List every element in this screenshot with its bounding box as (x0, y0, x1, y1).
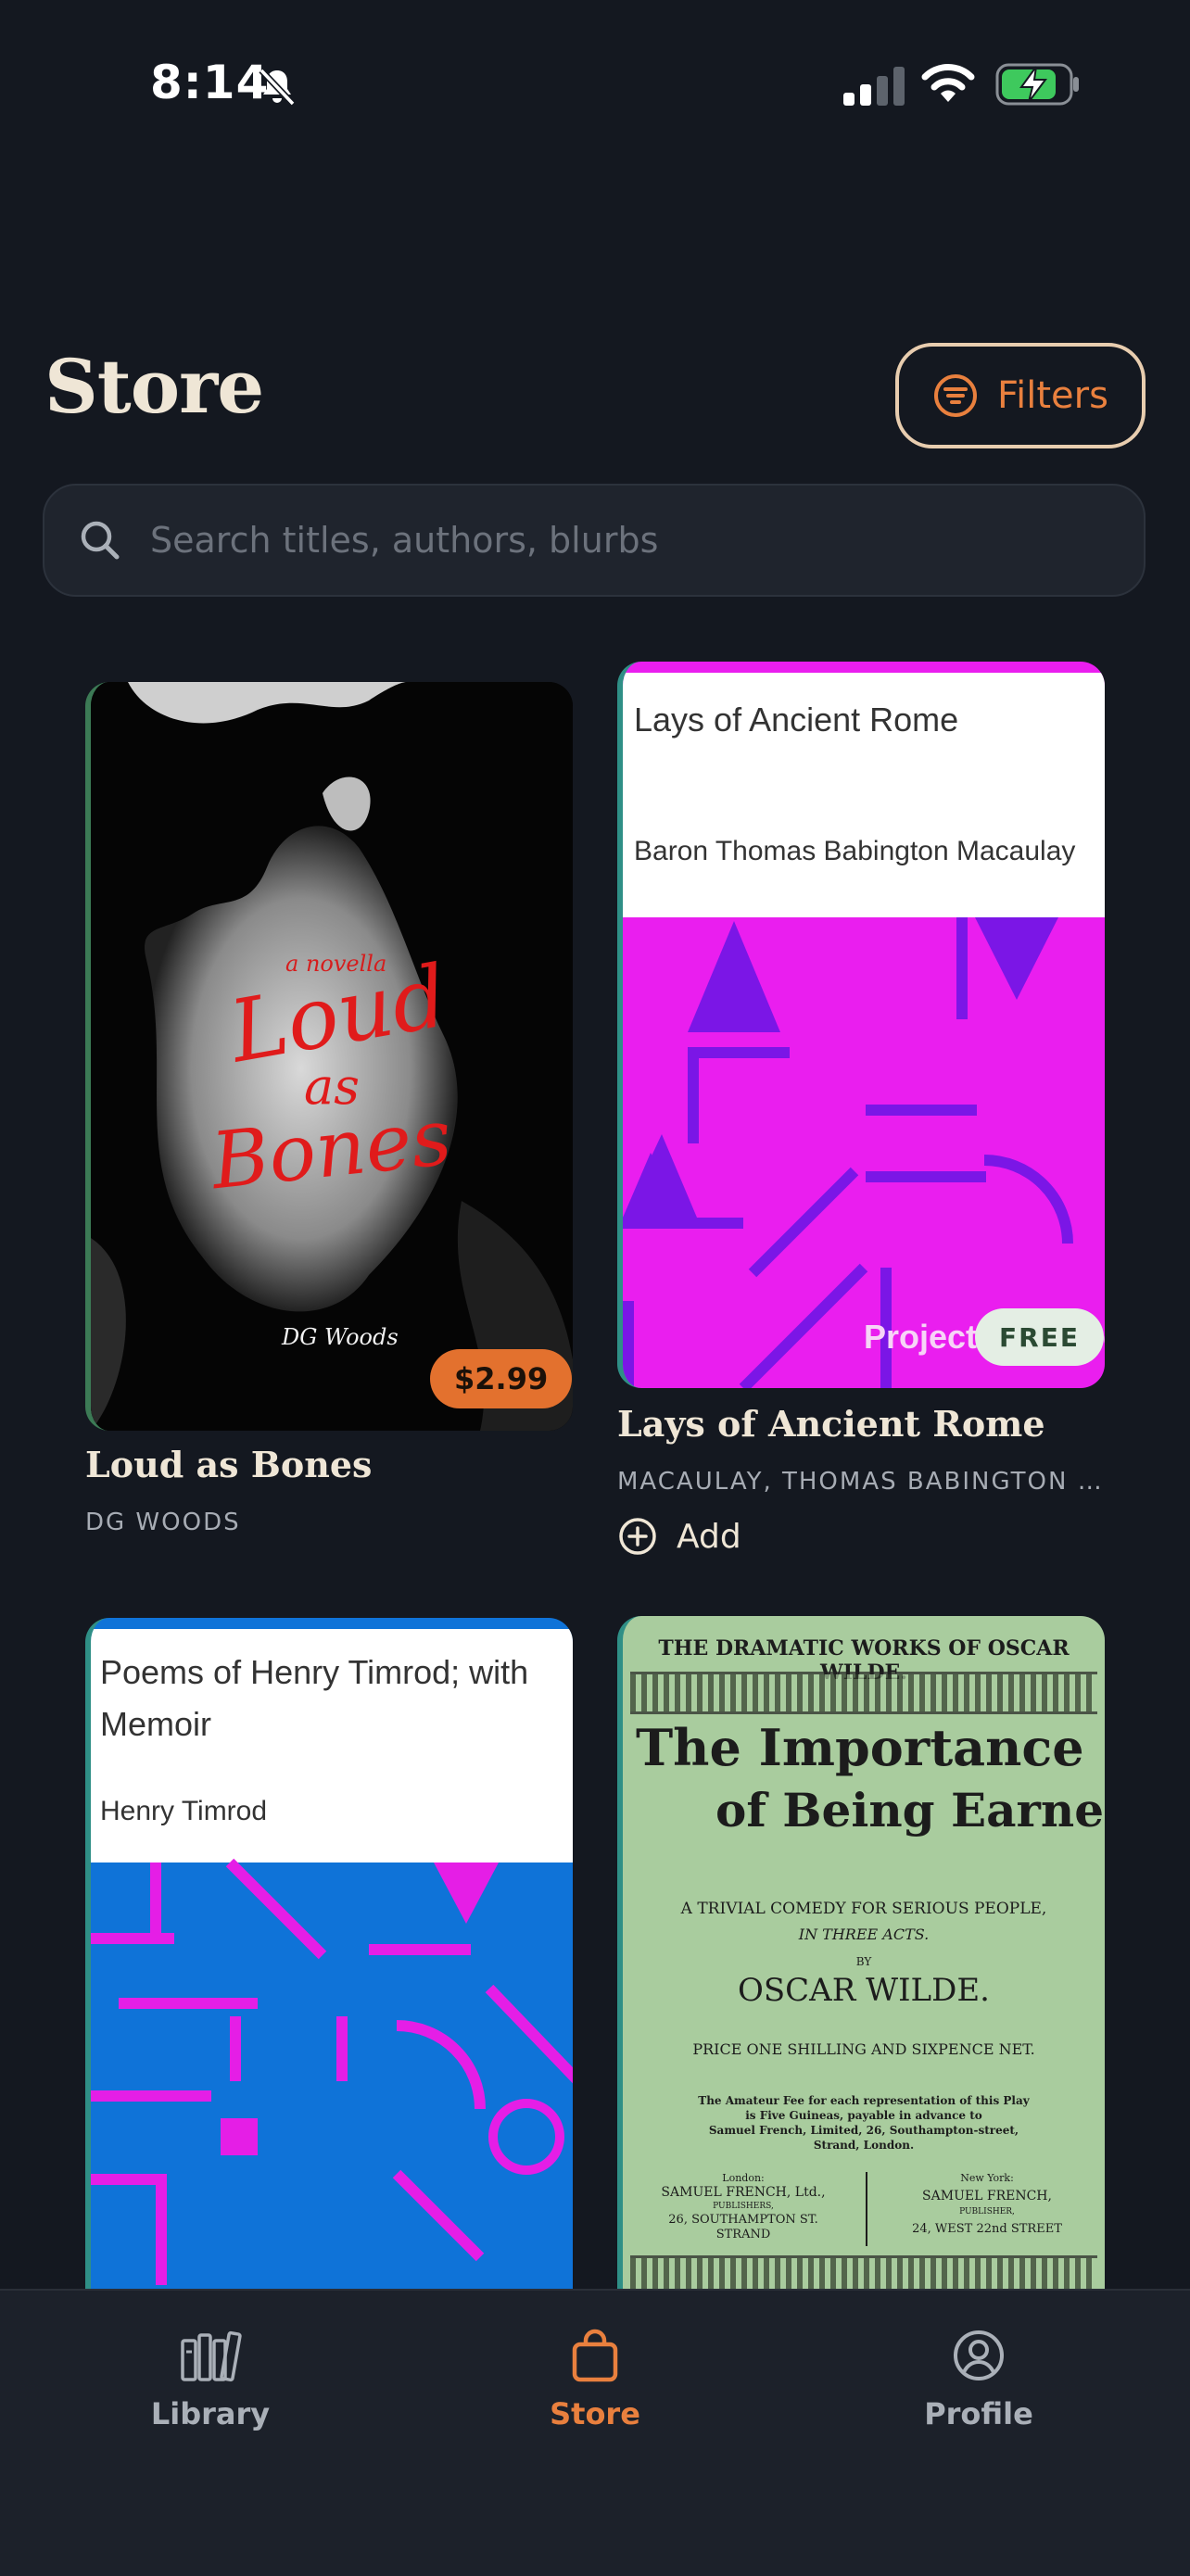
cover-right-address: 24, WEST 22nd STREET (912, 2222, 1062, 2236)
filter-icon (934, 374, 978, 417)
book-card[interactable]: a novella Loud as Bones DG Woods $2.99 L… (85, 682, 573, 1553)
add-label: Add (677, 1517, 741, 1556)
cover-signature: DG Woods (282, 1324, 399, 1350)
book-cover[interactable]: THE DRAMATIC WORKS OF OSCAR WILDE. The I… (617, 1616, 1105, 2320)
shopping-bag-icon (572, 2329, 618, 2382)
tab-label: Library (150, 2396, 271, 2431)
cover-right-publisher: SAMUEL FRENCH, (922, 2189, 1052, 2203)
book-cover[interactable]: Lays of Ancient Rome Baron Thomas Babing… (617, 662, 1105, 1388)
library-icon (181, 2330, 242, 2382)
cover-left-address2: STRAND (715, 2228, 771, 2241)
book-author: DG WOODS (85, 1509, 241, 1536)
cellular-signal-icon (843, 67, 905, 106)
book-cover[interactable]: Poems of Henry Timrod; with Memoir Henry… (85, 1618, 573, 2322)
cover-price-line: PRICE ONE SHILLING AND SIXPENCE NET. (692, 2040, 1035, 2058)
cover-by: BY (855, 1955, 872, 1968)
book-title: Lays of Ancient Rome (617, 1403, 1045, 1445)
status-bar: 8:14 (0, 0, 1190, 167)
search-icon (81, 521, 120, 560)
cover-heading-line1: The Importance (636, 1718, 1084, 1777)
cover-fee-line2: is Five Guineas, payable in advance to (745, 2109, 982, 2122)
tab-library[interactable]: Library (71, 2328, 349, 2431)
profile-icon (954, 2330, 1004, 2380)
book-card[interactable]: Lays of Ancient Rome Baron Thomas Babing… (617, 662, 1105, 1570)
book-card[interactable]: Poems of Henry Timrod; with Memoir Henry… (85, 1618, 573, 2322)
bell-muted-icon (259, 68, 296, 107)
cover-acts: IN THREE ACTS. (798, 1926, 930, 1943)
cover-pattern (91, 1858, 573, 2285)
book-card[interactable]: THE DRAMATIC WORKS OF OSCAR WILDE. The I… (617, 1616, 1105, 2320)
cover-author: OSCAR WILDE. (738, 1972, 990, 2009)
cover-divider (866, 2172, 867, 2246)
cover-pattern (623, 917, 1073, 1388)
tab-store[interactable]: Store (456, 2328, 734, 2431)
book-title: Loud as Bones (85, 1444, 373, 1485)
cover-left-address1: 26, SOUTHAMPTON ST. (668, 2213, 818, 2227)
book-author: MACAULAY, THOMAS BABINGTON MA... (617, 1468, 1105, 1496)
tab-label: Profile (924, 2396, 1033, 2431)
cover-ornament (630, 1672, 1097, 1714)
free-badge: FREE (975, 1308, 1104, 1366)
wifi-icon (921, 64, 975, 102)
cover-right-city: New York: (960, 2172, 1014, 2184)
tab-profile[interactable]: Profile (840, 2328, 1118, 2431)
filters-button[interactable]: Filters (895, 343, 1146, 448)
add-button[interactable]: Add (617, 1516, 741, 1557)
cover-heading-line2: of Being Earnest, (715, 1783, 1105, 1837)
cover-left-publisher: SAMUEL FRENCH, Ltd., (661, 2185, 826, 2200)
tab-bar: Library Store Profile (0, 2289, 1190, 2576)
add-circle-icon (619, 1518, 656, 1555)
cover-subtitle: A TRIVIAL COMEDY FOR SERIOUS PEOPLE, (680, 1900, 1047, 1918)
search-input[interactable] (148, 519, 1144, 562)
search-bar[interactable] (43, 484, 1146, 597)
cover-fee-line3: Samuel French, Limited, 26, Southampton-… (708, 2124, 1019, 2137)
tab-label: Store (550, 2396, 640, 2431)
cover-fee-line1: The Amateur Fee for each representation … (698, 2094, 1030, 2107)
book-cover[interactable]: a novella Loud as Bones DG Woods (85, 682, 573, 1431)
cover-left-role: PUBLISHERS, (713, 2202, 774, 2211)
cover-right-role: PUBLISHER, (959, 2207, 1015, 2216)
filters-label: Filters (997, 374, 1108, 417)
price-badge: $2.99 (430, 1349, 573, 1408)
status-time: 8:14 (150, 56, 270, 109)
battery-charging-icon (995, 63, 1079, 106)
cover-fee-line4: Strand, London. (813, 2139, 915, 2152)
page-title: Store (44, 343, 264, 430)
cover-left-city: London: (722, 2172, 765, 2184)
